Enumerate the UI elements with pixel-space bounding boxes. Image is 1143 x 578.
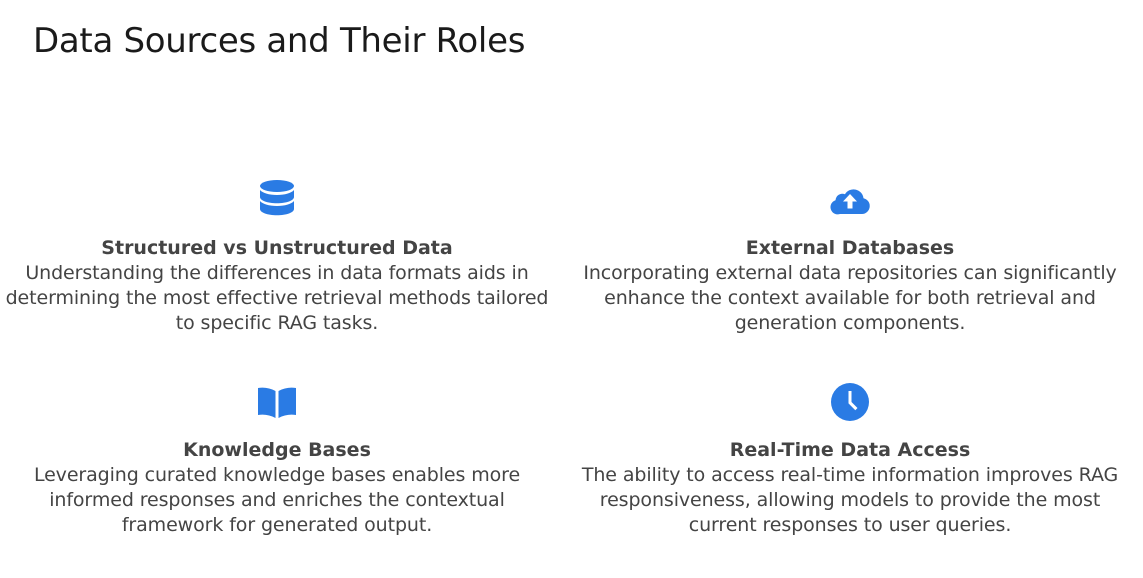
card-knowledge-bases: Knowledge Bases Leveraging curated knowl… bbox=[0, 380, 557, 538]
card-body: The ability to access real-time informat… bbox=[581, 464, 1119, 536]
card-external-databases: External Databases Incorporating externa… bbox=[570, 178, 1130, 336]
card-real-time-data: Real-Time Data Access The ability to acc… bbox=[570, 380, 1130, 538]
cloud-upload-icon bbox=[830, 189, 870, 215]
card-heading: Real-Time Data Access bbox=[729, 439, 971, 461]
card-heading: Knowledge Bases bbox=[183, 439, 371, 461]
card-heading: Structured vs Unstructured Data bbox=[101, 237, 453, 259]
card-body: Incorporating external data repositories… bbox=[583, 262, 1117, 334]
page-title: Data Sources and Their Roles bbox=[33, 21, 526, 61]
card-body: Leveraging curated knowledge bases enabl… bbox=[33, 464, 521, 536]
book-open-icon bbox=[258, 387, 296, 418]
card-body: Understanding the differences in data fo… bbox=[5, 262, 549, 334]
clock-icon bbox=[831, 383, 869, 421]
card-heading: External Databases bbox=[745, 237, 955, 259]
card-structured-data: Structured vs Unstructured Data Understa… bbox=[0, 178, 557, 336]
database-icon bbox=[260, 180, 294, 216]
